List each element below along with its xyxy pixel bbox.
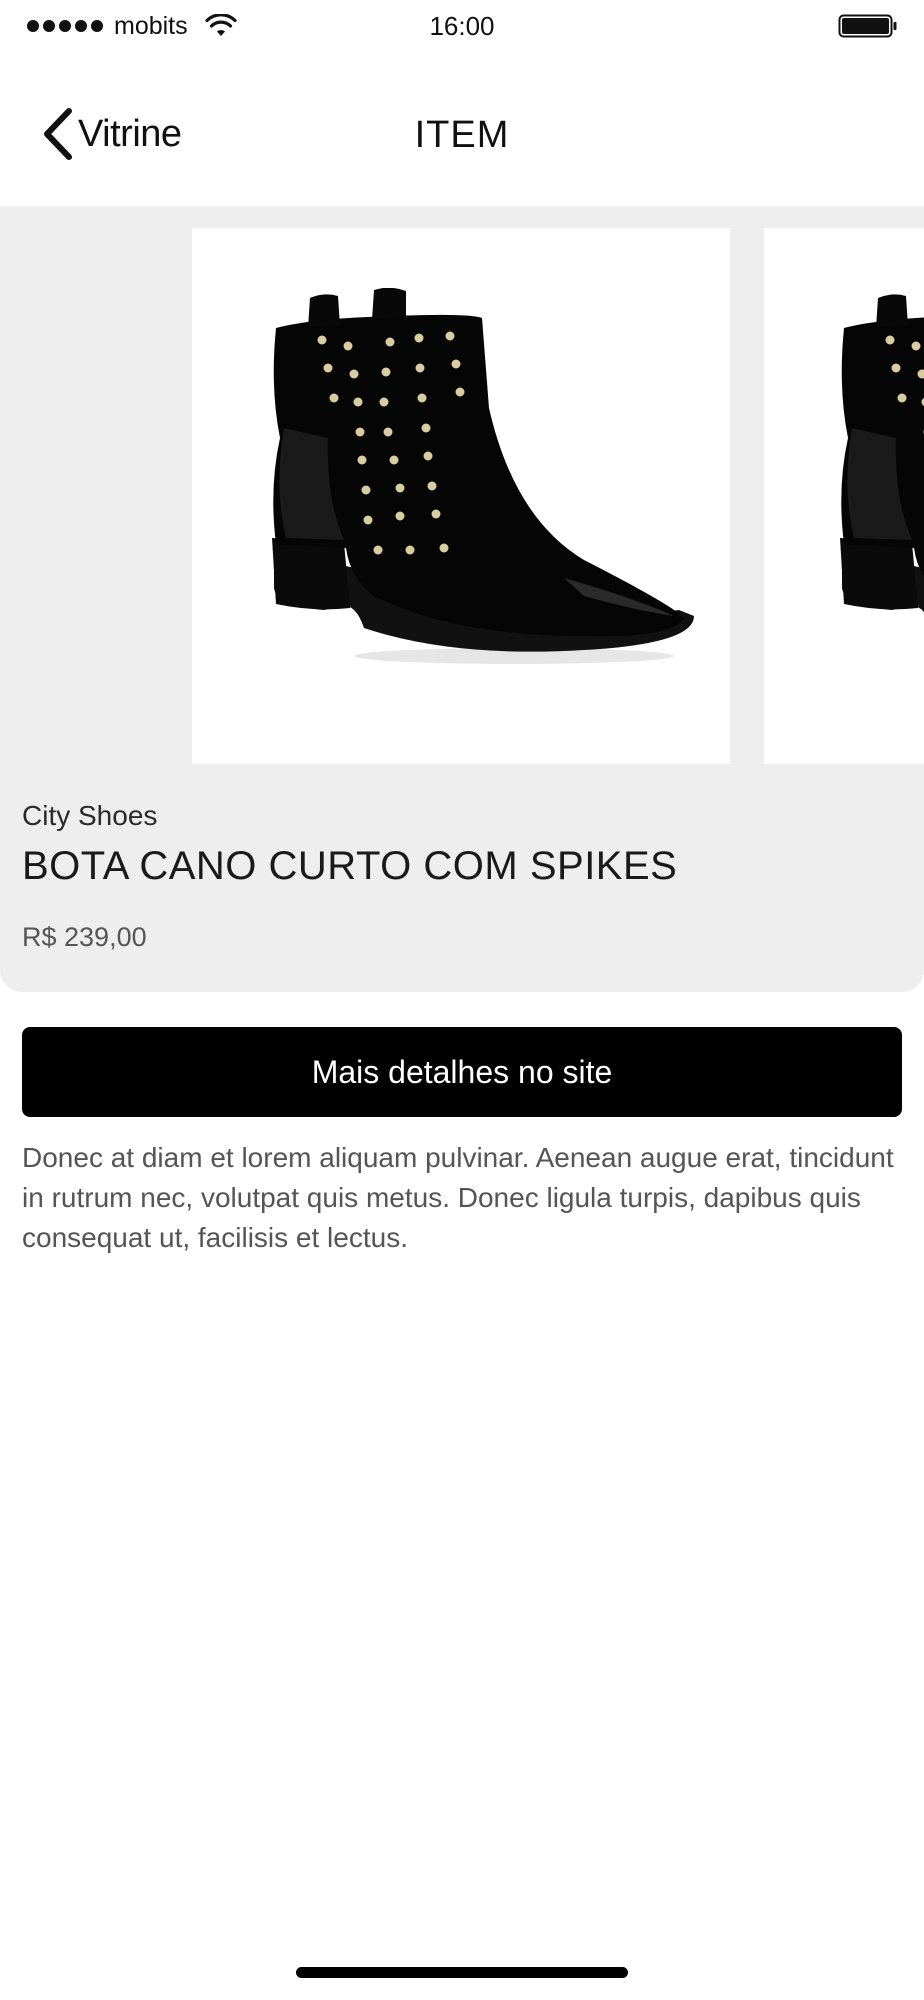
carousel-slide-next[interactable] (764, 228, 924, 764)
more-details-button[interactable]: Mais detalhes no site (22, 1027, 902, 1117)
product-card: City Shoes BOTA CANO CURTO COM SPIKES R$… (0, 206, 924, 992)
battery-icon (838, 14, 897, 38)
home-indicator[interactable] (296, 1967, 628, 1978)
carousel-slide-current[interactable] (192, 228, 730, 764)
product-brand: City Shoes (22, 800, 158, 831)
product-price: R$ 239,00 (22, 922, 147, 952)
navigation-bar: Vitrine ITEM (0, 52, 924, 206)
product-name: BOTA CANO CURTO COM SPIKES (22, 844, 678, 888)
product-description: Donec at diam et lorem aliquam pulvinar.… (22, 1142, 894, 1253)
image-carousel[interactable] (0, 228, 924, 764)
boot-image-next (840, 294, 924, 613)
page-title: ITEM (414, 114, 510, 156)
boot-image (272, 288, 694, 664)
status-time: 16:00 (429, 11, 495, 41)
status-bar: mobits 16:00 (0, 0, 924, 52)
